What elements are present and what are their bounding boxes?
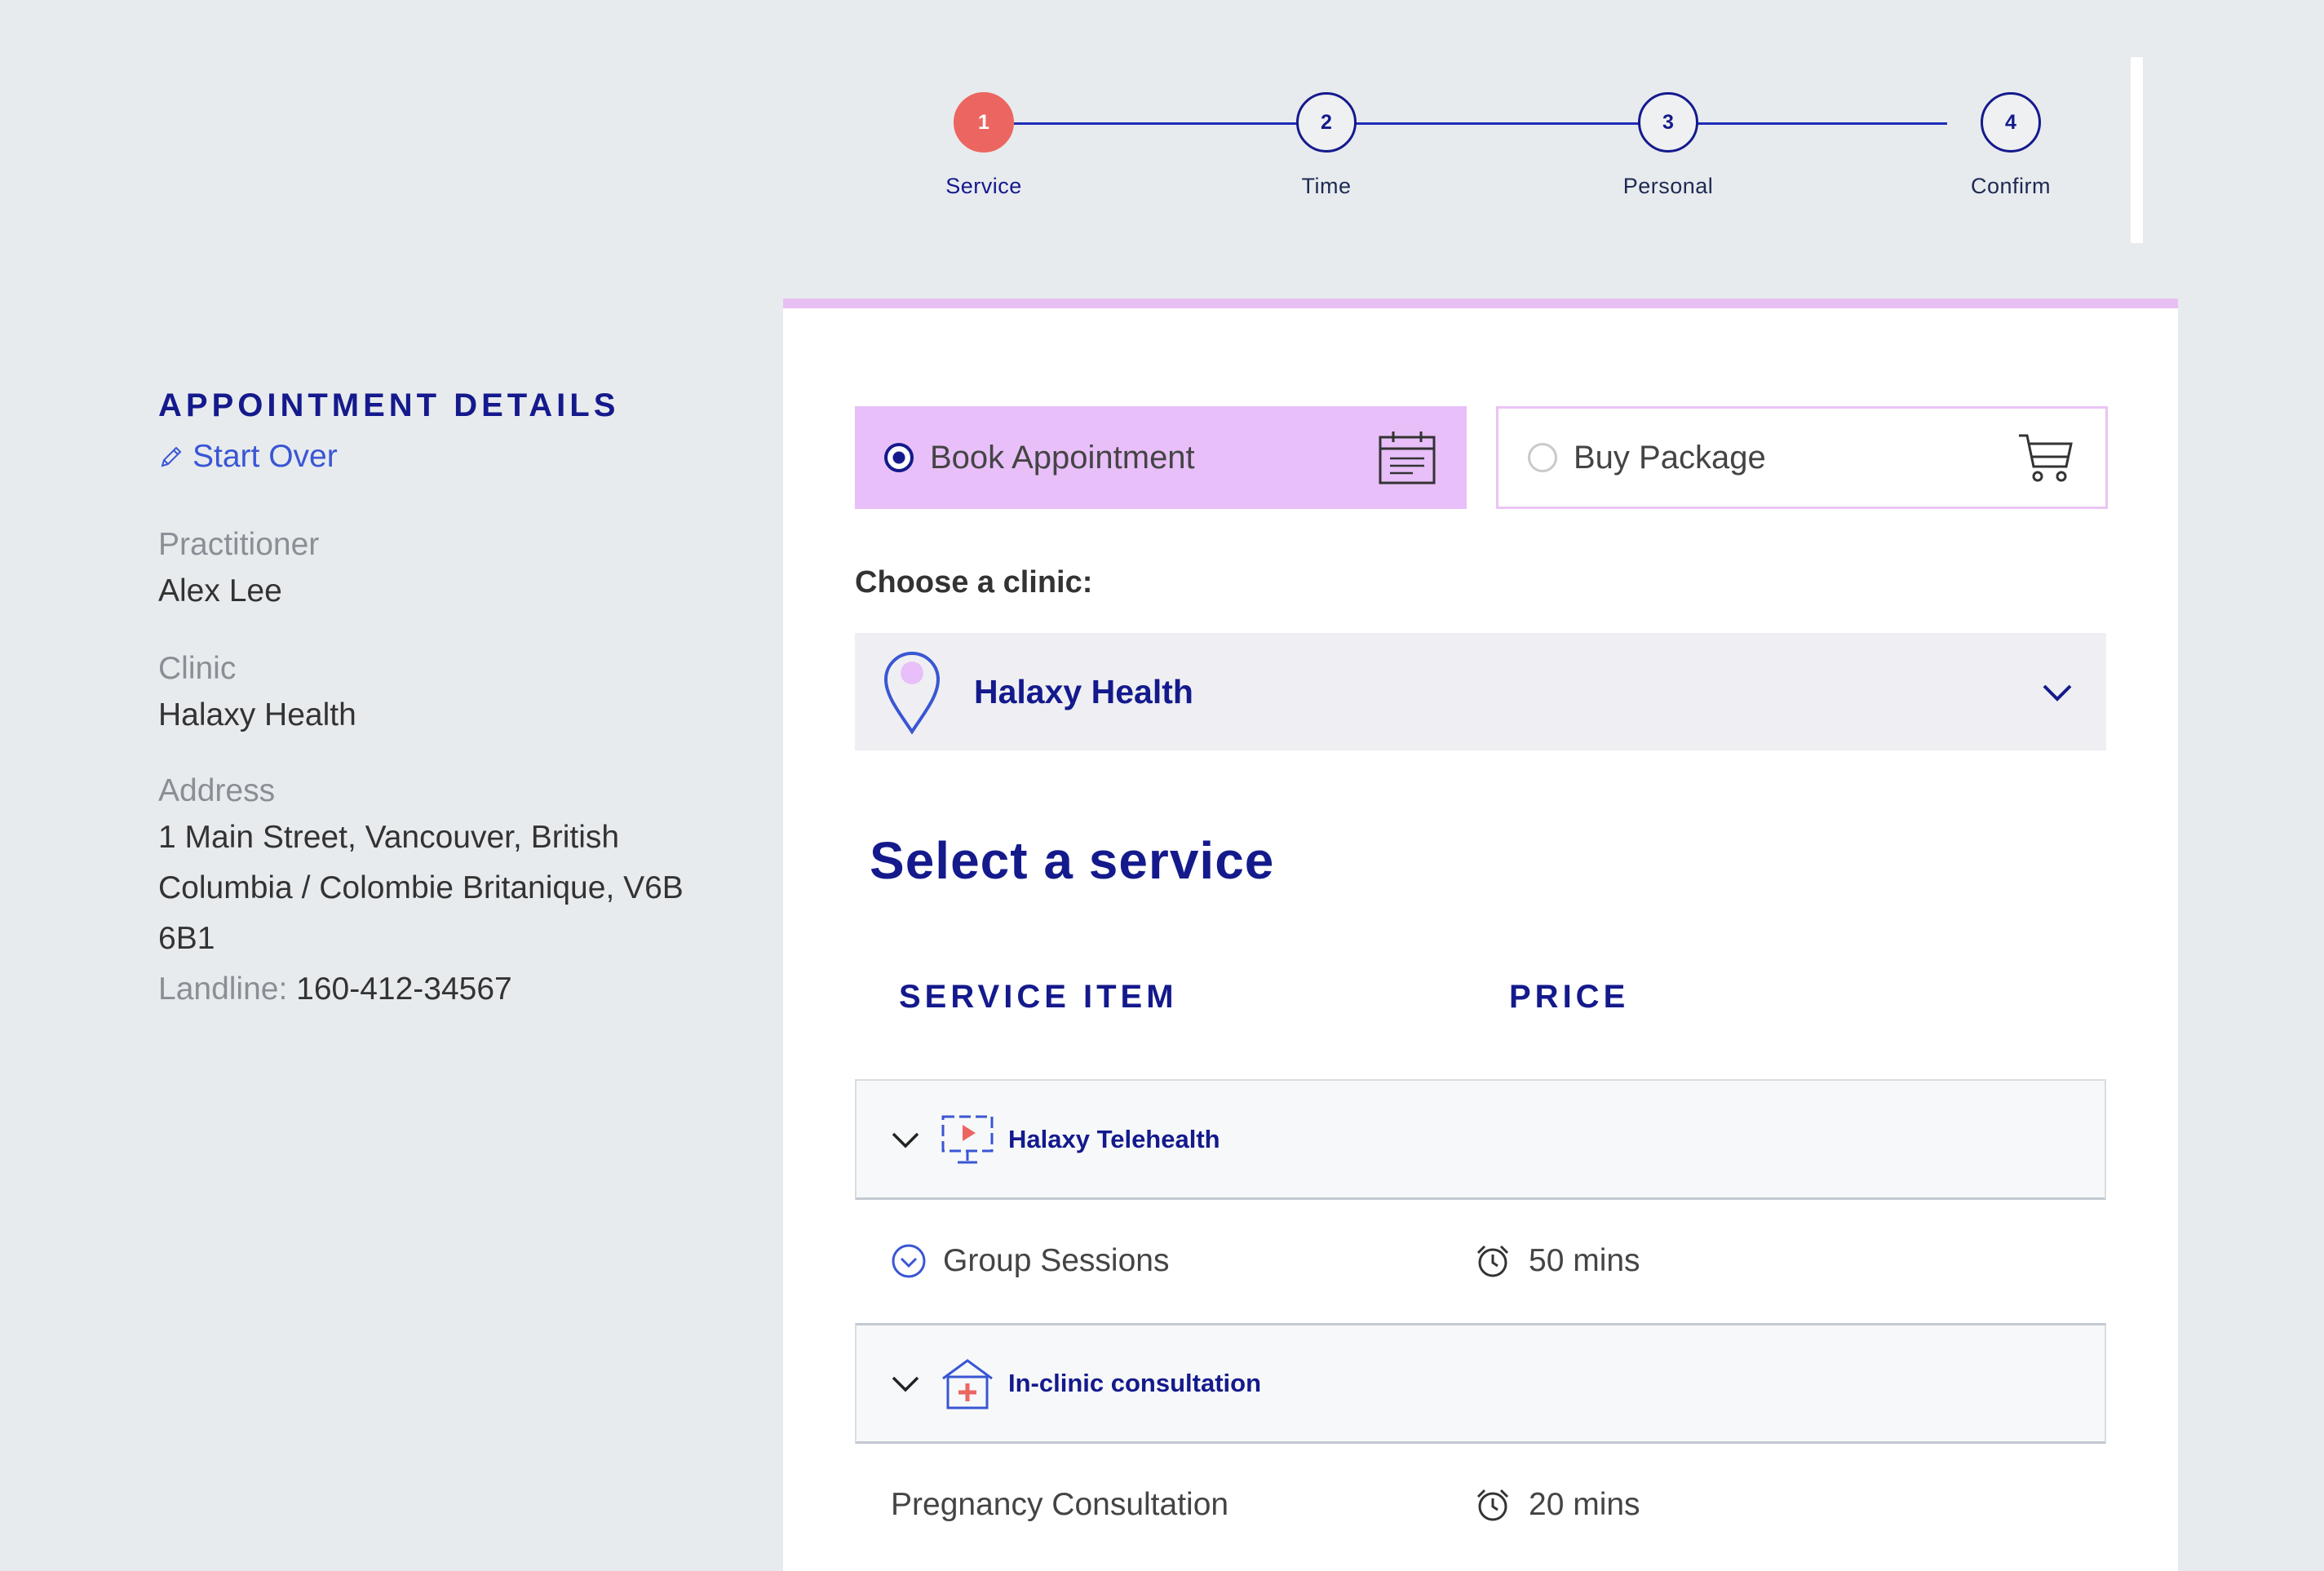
service-group-name: In-clinic consultation bbox=[1008, 1369, 1262, 1397]
pencil-icon bbox=[161, 446, 182, 467]
service-item-header: SERVICE ITEM bbox=[899, 979, 1178, 1015]
clinic-house-icon bbox=[942, 1359, 993, 1409]
service-item-group-sessions[interactable]: Group Sessions 50 mins bbox=[855, 1200, 2106, 1322]
sidebar-title: APPOINTMENT DETAILS bbox=[158, 387, 620, 423]
clinic-dropdown[interactable]: Halaxy Health bbox=[855, 633, 2106, 750]
address-value: 1 Main Street, Vancouver, British Columb… bbox=[158, 820, 684, 956]
step-number: 1 bbox=[954, 92, 1014, 153]
step-number: 3 bbox=[1638, 92, 1698, 153]
stepper-line bbox=[1014, 122, 1947, 125]
start-over-label: Start Over bbox=[193, 439, 338, 474]
chevron-down-icon bbox=[892, 1132, 919, 1148]
service-duration: 50 mins bbox=[1475, 1243, 1640, 1279]
telehealth-monitor-icon bbox=[941, 1115, 994, 1163]
scrollbar-thumb[interactable] bbox=[2131, 57, 2143, 243]
step-service[interactable]: 1 Service bbox=[945, 92, 1021, 199]
price-header: PRICE bbox=[1509, 979, 1630, 1015]
select-service-title: Select a service bbox=[870, 831, 1275, 890]
step-confirm[interactable]: 4 Confirm bbox=[1971, 92, 2051, 199]
service-duration-value: 50 mins bbox=[1529, 1243, 1640, 1278]
service-group-telehealth[interactable]: Halaxy Telehealth bbox=[855, 1079, 2106, 1200]
step-label: Confirm bbox=[1971, 174, 2052, 198]
chevron-down-icon bbox=[2043, 684, 2072, 701]
clinic-dropdown-value: Halaxy Health bbox=[974, 672, 1193, 710]
step-personal[interactable]: 3 Personal bbox=[1623, 92, 1713, 199]
book-appointment-label: Book Appointment bbox=[930, 439, 1195, 476]
step-number: 4 bbox=[1981, 92, 2041, 153]
service-item-name: Group Sessions bbox=[943, 1243, 1170, 1278]
landline-row: Landline: 160-412-34567 bbox=[158, 964, 746, 1015]
calendar-icon bbox=[1379, 431, 1436, 485]
service-duration: 20 mins bbox=[1475, 1487, 1640, 1523]
book-appointment-option[interactable]: Book Appointment bbox=[855, 406, 1467, 509]
chevron-down-icon bbox=[892, 1376, 919, 1392]
check-circle-icon bbox=[892, 1244, 926, 1278]
appointment-details-sidebar: APPOINTMENT DETAILS Start Over Practitio… bbox=[158, 387, 746, 1015]
landline-label: Landline: bbox=[158, 971, 288, 1007]
practitioner-label: Practitioner bbox=[158, 527, 320, 562]
step-label: Service bbox=[945, 174, 1022, 198]
buy-package-option[interactable]: Buy Package bbox=[1496, 406, 2108, 509]
location-pin-icon bbox=[883, 652, 941, 735]
clinic-value: Halaxy Health bbox=[158, 697, 356, 732]
step-label: Personal bbox=[1622, 174, 1714, 198]
choose-clinic-label: Choose a clinic: bbox=[855, 565, 1093, 600]
progress-stepper: 1 Service 2 Time 3 Personal 4 Confirm bbox=[945, 92, 2051, 199]
step-number: 2 bbox=[1296, 92, 1357, 153]
service-item-pregnancy-consultation[interactable]: Pregnancy Consultation 20 mins bbox=[855, 1444, 2106, 1566]
service-group-in-clinic[interactable]: In-clinic consultation bbox=[855, 1323, 2106, 1444]
booking-panel: Book Appointment Buy Package Choose a cl… bbox=[783, 299, 2178, 1571]
alarm-clock-icon bbox=[1476, 1245, 1509, 1277]
practitioner-value: Alex Lee bbox=[158, 573, 282, 608]
landline-value: 160-412-34567 bbox=[296, 971, 512, 1007]
radio-selected-icon[interactable] bbox=[884, 443, 914, 472]
service-item-name: Pregnancy Consultation bbox=[891, 1487, 1229, 1522]
shopping-cart-icon bbox=[2019, 434, 2073, 482]
service-duration-value: 20 mins bbox=[1529, 1487, 1640, 1522]
radio-unselected-icon[interactable] bbox=[1528, 443, 1557, 472]
alarm-clock-icon bbox=[1476, 1489, 1509, 1521]
buy-package-label: Buy Package bbox=[1574, 439, 1766, 476]
start-over-link[interactable]: Start Over bbox=[158, 439, 746, 475]
address-label: Address bbox=[158, 773, 276, 808]
clinic-label: Clinic bbox=[158, 651, 237, 686]
service-group-name: Halaxy Telehealth bbox=[1008, 1124, 1220, 1153]
step-label: Time bbox=[1301, 174, 1352, 198]
step-time[interactable]: 2 Time bbox=[1295, 92, 1358, 199]
